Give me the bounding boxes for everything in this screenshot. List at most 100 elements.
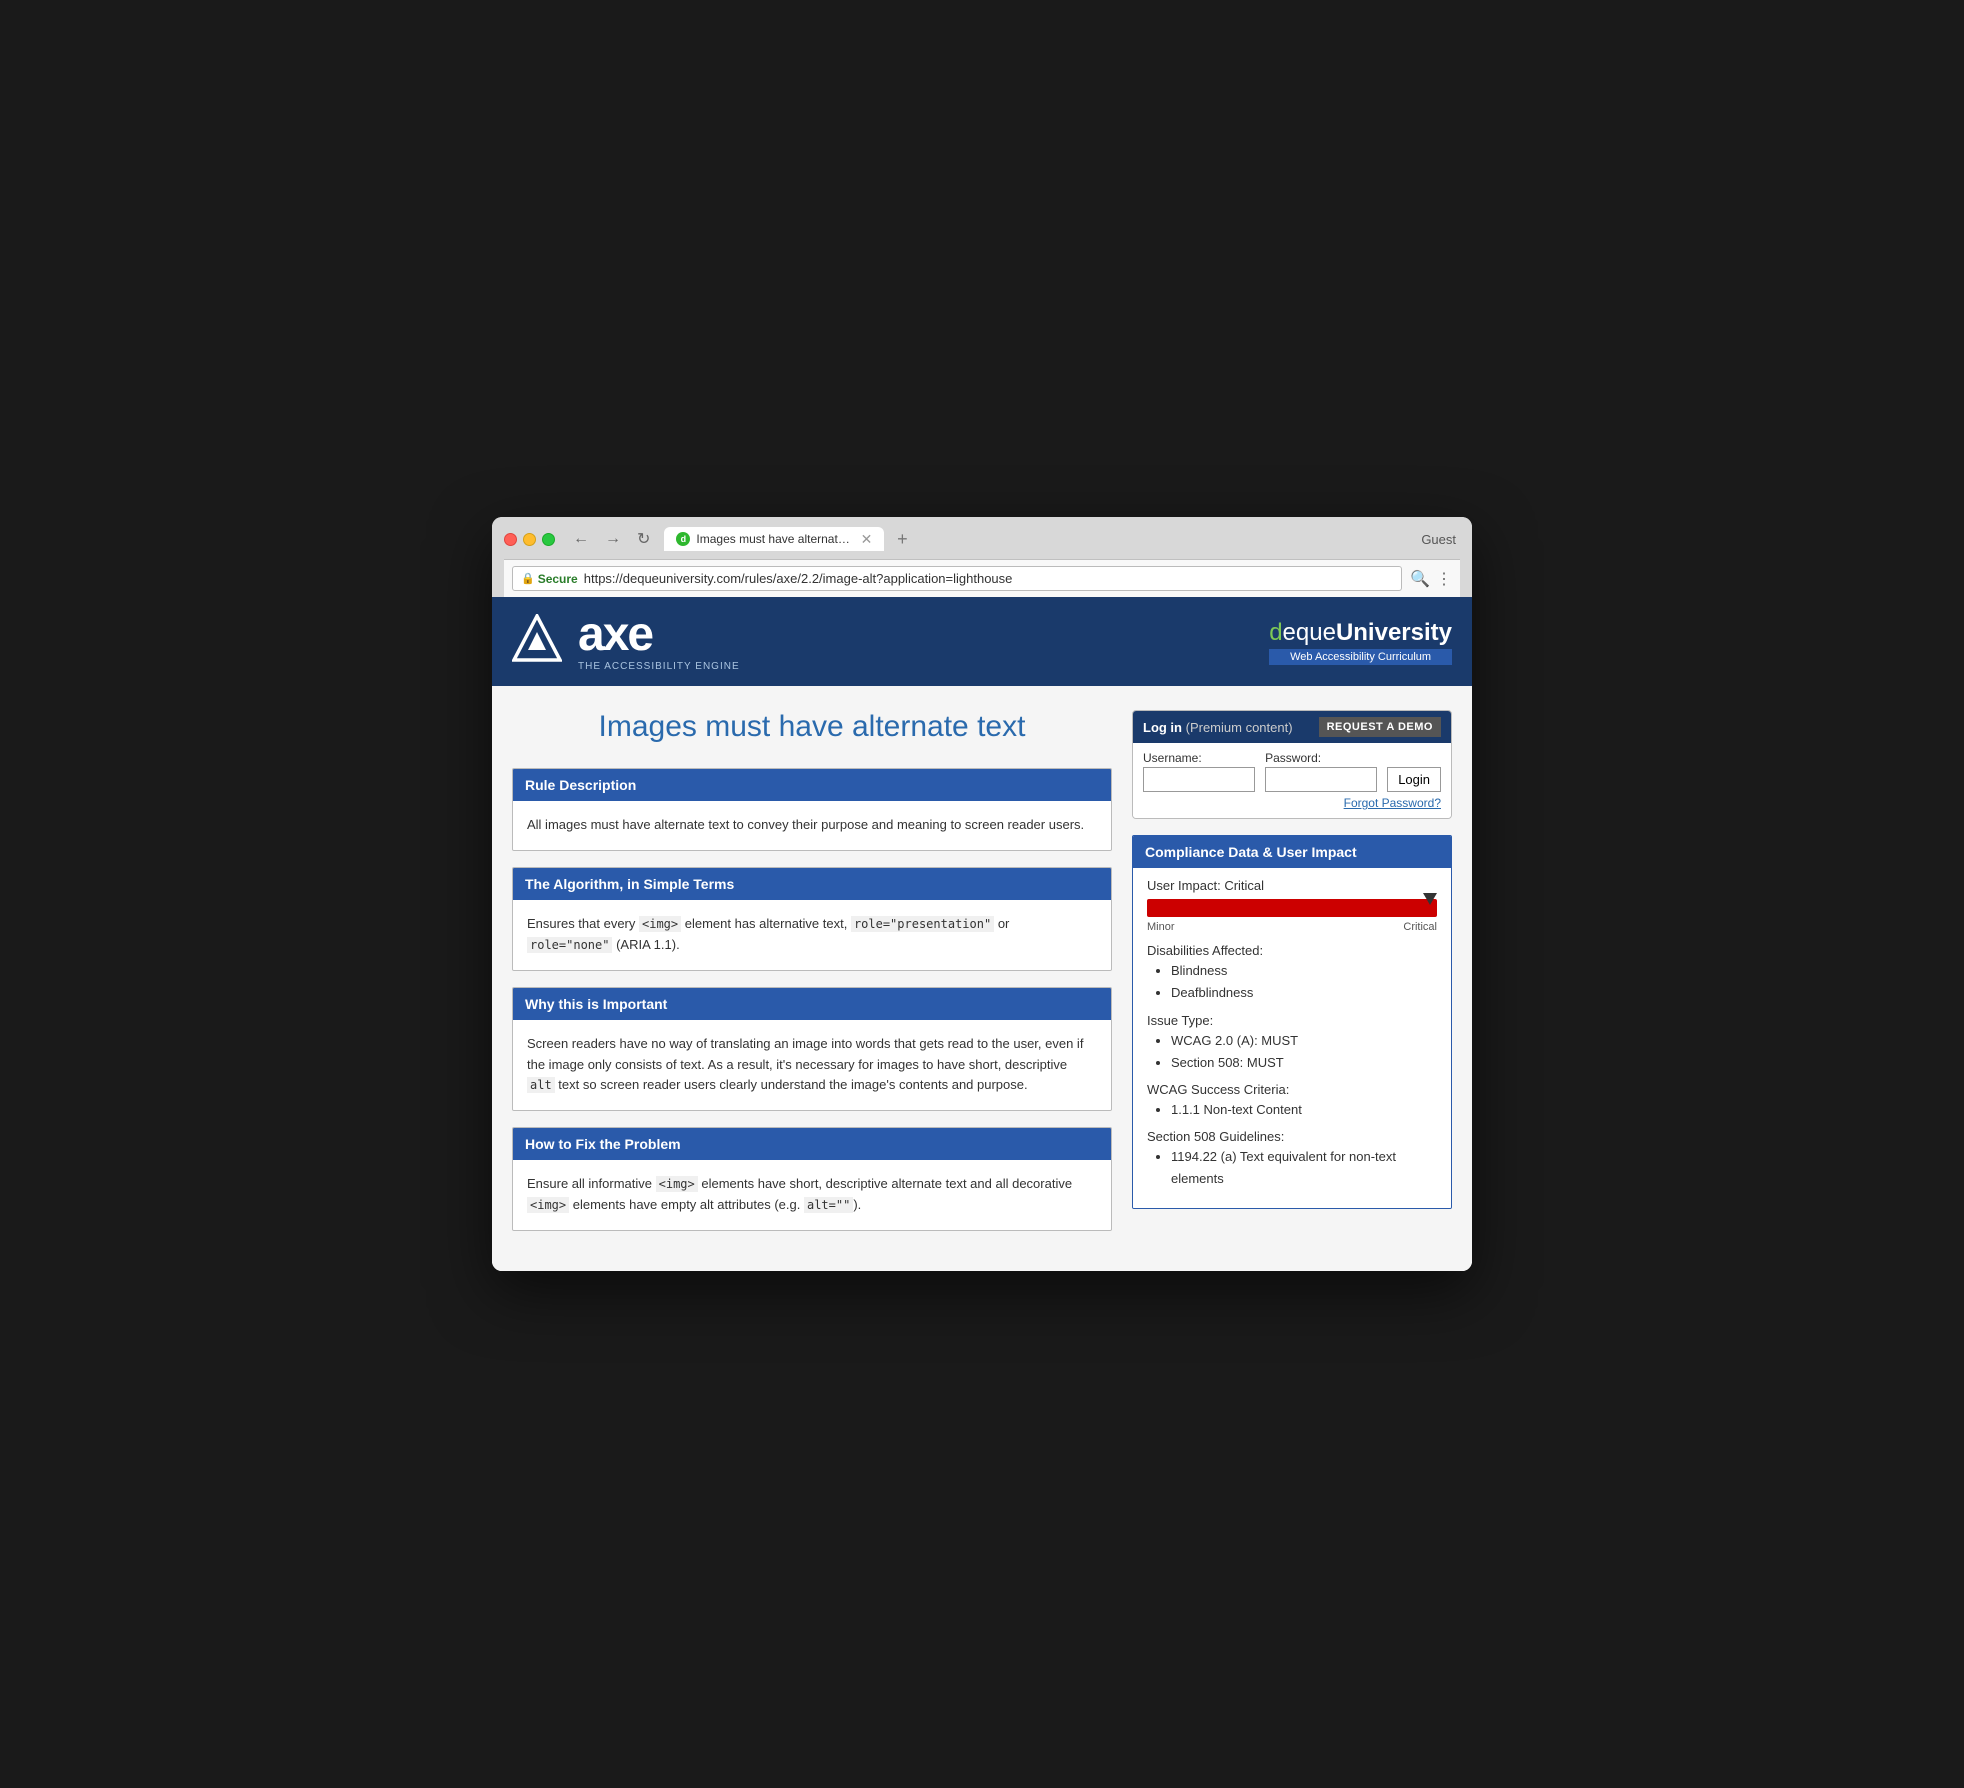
how-to-fix-card: How to Fix the Problem Ensure all inform… [512,1127,1112,1231]
user-impact-label: User Impact: Critical [1147,878,1437,893]
section508-list: 1194.22 (a) Text equivalent for non-text… [1147,1146,1437,1190]
issue-type-heading: Issue Type: [1147,1013,1437,1028]
axe-logo-text: axe [578,611,652,659]
section508-section: Section 508 Guidelines: 1194.22 (a) Text… [1147,1129,1437,1190]
algorithm-title: The Algorithm, in Simple Terms [525,876,734,892]
impact-bar [1147,899,1437,917]
list-item: Section 508: MUST [1171,1052,1437,1074]
alt-empty-code: alt="" [804,1197,853,1213]
how-to-fix-body: Ensure all informative <img> elements ha… [513,1160,1111,1230]
list-item: WCAG 2.0 (A): MUST [1171,1030,1437,1052]
address-actions: 🔍 ⋮ [1410,569,1452,589]
forward-button[interactable]: → [599,527,627,551]
user-impact-value: Critical [1224,878,1264,893]
why-important-title: Why this is Important [525,996,667,1012]
page-title: Images must have alternate text [512,710,1112,744]
refresh-button[interactable]: ↻ [631,527,656,551]
impact-labels: Minor Critical [1147,921,1437,933]
list-item: 1.1.1 Non-text Content [1171,1099,1437,1121]
disabilities-section: Disabilities Affected: Blindness Deafbli… [1147,943,1437,1004]
traffic-lights [504,533,555,546]
algorithm-card: The Algorithm, in Simple Terms Ensures t… [512,867,1112,971]
guest-label: Guest [1421,532,1460,547]
request-demo-button[interactable]: REQUEST A DEMO [1319,717,1441,737]
why-important-body: Screen readers have no way of translatin… [513,1020,1111,1110]
algorithm-body: Ensures that every <img> element has alt… [513,900,1111,970]
rule-description-title: Rule Description [525,777,636,793]
tab-favicon: d [676,532,690,546]
url-full: https://dequeuniversity.com/rules/axe/2.… [584,571,1013,586]
login-form: Username: Password: Login Forgot Passwor… [1133,743,1451,818]
img-tag-code-fix2: <img> [527,1197,569,1213]
page-content: axe THE ACCESSIBILITY ENGINE dequeUniver… [492,597,1472,1270]
how-to-fix-title: How to Fix the Problem [525,1136,681,1152]
tab-close-icon[interactable]: ✕ [861,532,873,546]
active-tab[interactable]: d Images must have alternate te… ✕ [664,527,884,551]
img-tag-code-fix: <img> [656,1176,698,1192]
address-bar[interactable]: 🔒 Secure https://dequeuniversity.com/rul… [512,566,1402,591]
disabilities-list: Blindness Deafblindness [1147,960,1437,1004]
login-header-text: Log in (Premium content) [1143,720,1293,735]
username-input[interactable] [1143,767,1255,792]
section508-heading: Section 508 Guidelines: [1147,1129,1437,1144]
impact-max-label: Critical [1403,921,1437,933]
disabilities-heading: Disabilities Affected: [1147,943,1437,958]
compliance-body: User Impact: Critical Minor Critical [1133,868,1451,1208]
url-text: https://dequeuniversity.com/rules/axe/2.… [584,571,1013,586]
premium-label: (Premium content) [1186,720,1293,735]
deque-university-subtitle: Web Accessibility Curriculum [1269,649,1452,665]
role-none-code: role="none" [527,937,612,953]
forgot-password-link[interactable]: Forgot Password? [1143,796,1441,810]
address-bar-row: 🔒 Secure https://dequeuniversity.com/rul… [504,559,1460,597]
browser-chrome: ← → ↻ d Images must have alternate te… ✕… [492,517,1472,597]
username-label: Username: [1143,751,1255,765]
rule-description-text: All images must have alternate text to c… [527,817,1084,832]
impact-marker [1423,893,1437,905]
alt-code: alt [527,1077,555,1093]
lock-icon: 🔒 [521,572,535,585]
browser-window: ← → ↻ d Images must have alternate te… ✕… [492,517,1472,1270]
compliance-header: Compliance Data & User Impact [1133,836,1451,868]
deque-university-title: dequeUniversity [1269,619,1452,647]
why-important-card: Why this is Important Screen readers hav… [512,987,1112,1111]
list-item: Blindness [1171,960,1437,982]
login-row: Username: Password: Login [1143,751,1441,792]
password-label: Password: [1265,751,1377,765]
impact-min-label: Minor [1147,921,1175,933]
axe-tagline: THE ACCESSIBILITY ENGINE [578,661,740,672]
role-presentation-code: role="presentation" [851,916,994,932]
nav-buttons: ← → ↻ [567,527,656,551]
rule-description-body: All images must have alternate text to c… [513,801,1111,850]
password-field: Password: [1265,751,1377,792]
maximize-button[interactable] [542,533,555,546]
img-tag-code: <img> [639,916,681,932]
wcag-list: 1.1.1 Non-text Content [1147,1099,1437,1121]
university-bold: University [1336,619,1452,646]
impact-slider [1147,899,1437,917]
new-tab-button[interactable]: + [888,527,916,551]
rule-description-header: Rule Description [513,769,1111,801]
deque-university-branding: dequeUniversity Web Accessibility Curric… [1269,619,1452,665]
login-button[interactable]: Login [1387,767,1441,792]
deque-d: d [1269,619,1282,646]
right-column: Log in (Premium content) REQUEST A DEMO … [1132,710,1452,1246]
search-icon[interactable]: 🔍 [1410,569,1430,589]
back-button[interactable]: ← [567,527,595,551]
secure-label: Secure [538,572,578,586]
password-input[interactable] [1265,767,1377,792]
left-column: Images must have alternate text Rule Des… [512,710,1112,1246]
main-layout: Images must have alternate text Rule Des… [492,686,1472,1270]
close-button[interactable] [504,533,517,546]
issue-type-section: Issue Type: WCAG 2.0 (A): MUST Section 5… [1147,1013,1437,1074]
menu-icon[interactable]: ⋮ [1436,569,1452,589]
login-header: Log in (Premium content) REQUEST A DEMO [1133,711,1451,743]
minimize-button[interactable] [523,533,536,546]
rule-description-card: Rule Description All images must have al… [512,768,1112,851]
secure-badge: 🔒 Secure [521,572,578,586]
logo-area: axe THE ACCESSIBILITY ENGINE [512,611,740,672]
how-to-fix-header: How to Fix the Problem [513,1128,1111,1160]
site-header: axe THE ACCESSIBILITY ENGINE dequeUniver… [492,597,1472,686]
deque-rest: eque [1283,619,1336,646]
tab-title: Images must have alternate te… [696,532,854,546]
why-important-header: Why this is Important [513,988,1111,1020]
